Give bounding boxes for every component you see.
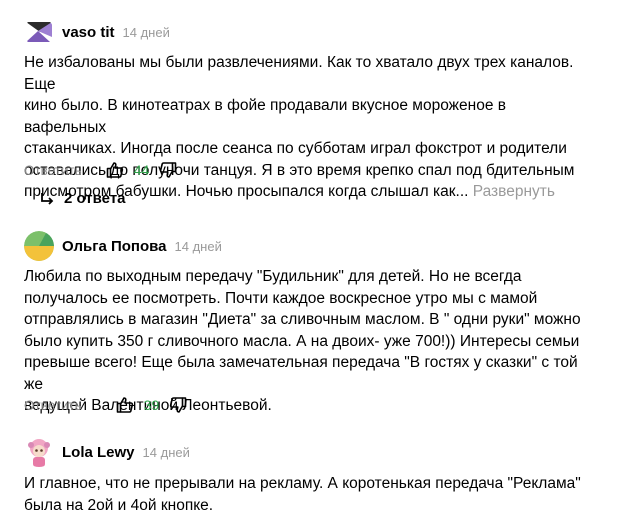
expand-link[interactable]: Развернуть [473,183,555,200]
comment-date: 14 дней [122,24,170,40]
thumbs-down-icon[interactable] [159,161,177,179]
text-line: стаканчиках. Иногда после сеанса по субб… [24,140,567,157]
comment-header: vaso tit 14 дней [24,17,170,47]
comment-date: 14 дней [174,238,222,254]
avatar[interactable] [24,17,54,47]
avatar[interactable] [24,437,54,467]
avatar[interactable] [24,231,54,261]
comment-actions: Ответить 44 [24,161,177,179]
text-line: была на 2ой и 4ой кнопке. [24,496,214,514]
comment-actions: Ответить 39 [24,396,187,414]
text-line: Не избалованы мы были развлечениями. Как… [24,54,574,93]
reply-button[interactable]: Ответить [24,398,82,413]
author-name[interactable]: Ольга Попова [62,238,167,255]
likes-count: 44 [133,162,150,178]
comment-text: Любила по выходным передачу "Будильник" … [24,266,584,417]
reply-button[interactable]: Ответить [24,163,82,178]
thumbs-down-icon[interactable] [169,396,187,414]
comment-date: 14 дней [142,444,190,460]
replies-toggle[interactable]: 2 ответа [40,190,126,207]
thumbs-up-icon[interactable] [116,396,134,414]
comment-text: Не избалованы мы были развлечениями. Как… [24,52,584,203]
text-line: Любила по выходным передачу "Будильник" … [24,268,522,285]
likes-count: 39 [143,397,160,413]
text-line: И главное, что не прерывали на рекламу. … [24,475,581,492]
text-line: получалось ее посмотреть. Почти каждое в… [24,289,538,307]
comment-text: И главное, что не прерывали на рекламу. … [24,473,584,516]
text-line: было купить 350 г сливочного масла. А на… [24,332,580,350]
author-name[interactable]: Lola Lewy [62,444,135,461]
comment-header: Ольга Попова 14 дней [24,231,222,261]
replies-count: 2 ответа [64,190,126,207]
comment-header: Lola Lewy 14 дней [24,437,190,467]
author-name[interactable]: vaso tit [62,24,115,41]
thumbs-up-icon[interactable] [106,161,124,179]
text-line: превыше всего! Еще была замечательная пе… [24,354,578,393]
text-line: кино было. В кинотеатрах в фойе продавал… [24,97,506,136]
text-line: отправлялись в магазин "Диета" за сливоч… [24,311,581,328]
reply-arrow-icon [41,192,54,205]
